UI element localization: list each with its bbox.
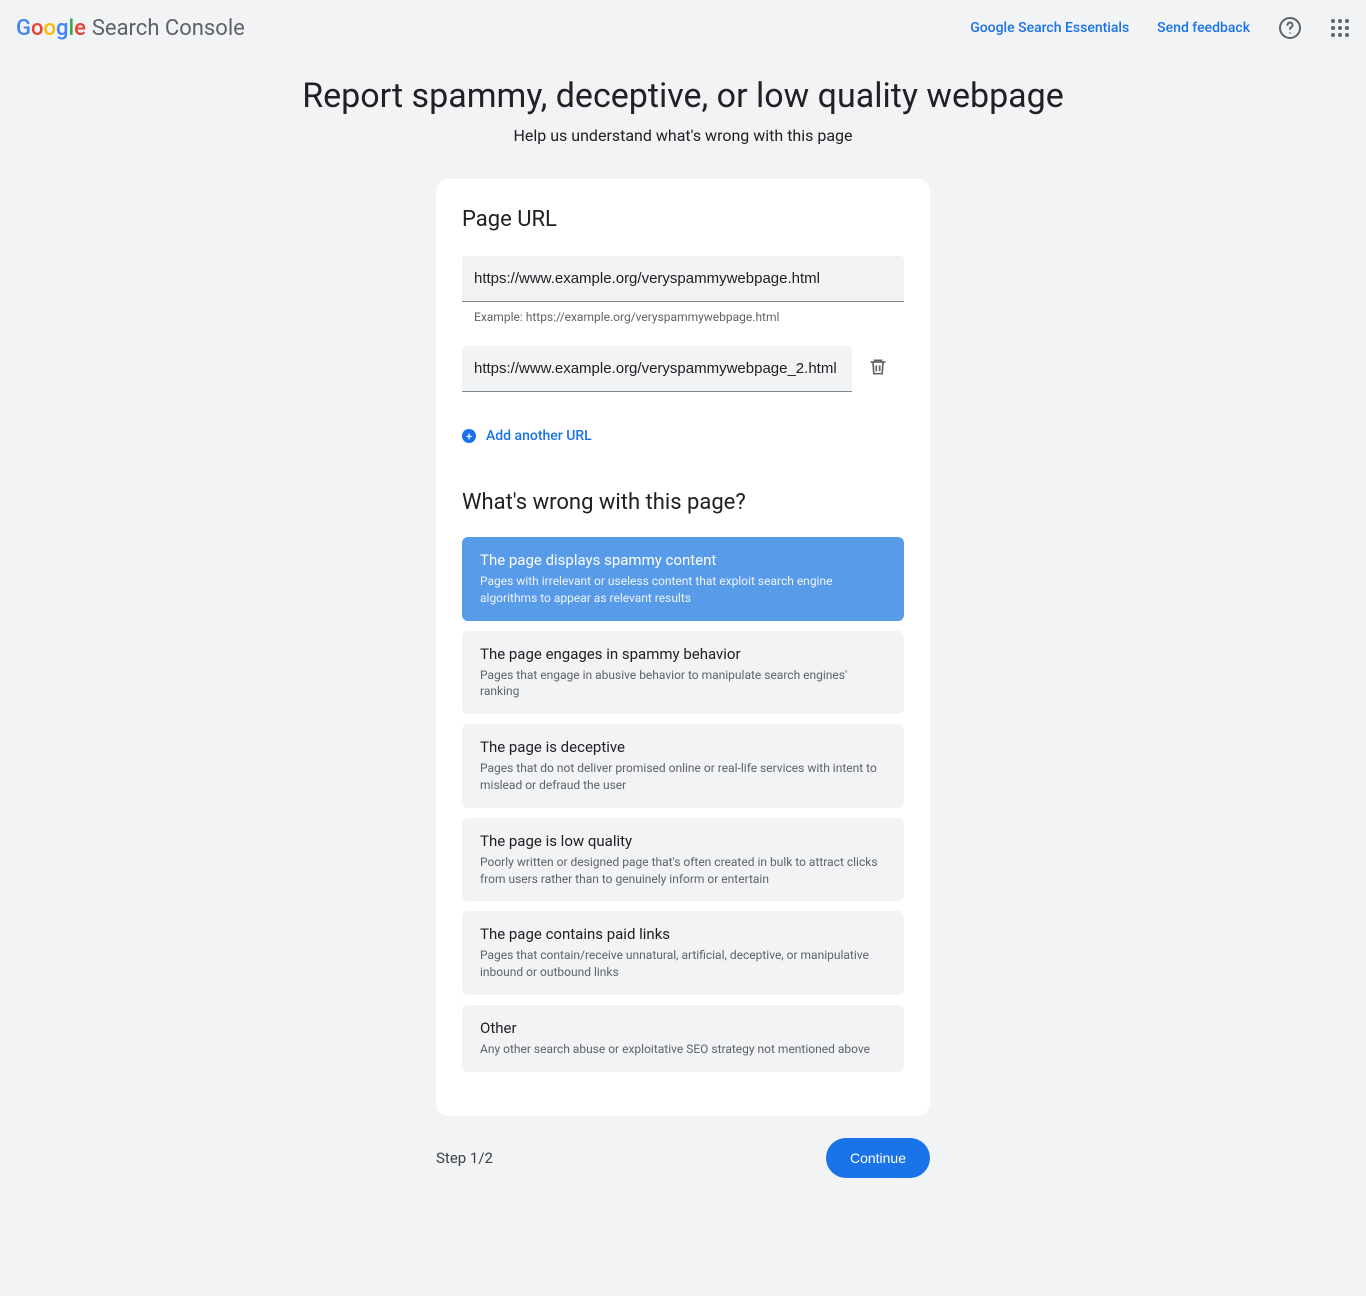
option-desc: Pages with irrelevant or useless content… (480, 573, 886, 607)
option-desc: Pages that do not deliver promised onlin… (480, 760, 886, 794)
url-row-2 (462, 346, 904, 392)
url-helper-text: Example: https://example.org/veryspammyw… (474, 310, 904, 324)
option-paid-links[interactable]: The page contains paid links Pages that … (462, 911, 904, 995)
feedback-link[interactable]: Send feedback (1157, 20, 1250, 36)
continue-button[interactable]: Continue (826, 1138, 930, 1178)
url-input-2[interactable] (462, 346, 852, 392)
apps-grid-icon[interactable] (1330, 18, 1350, 38)
help-icon[interactable] (1278, 16, 1302, 40)
url-input-1[interactable] (462, 256, 904, 302)
footer-row: Step 1/2 Continue (436, 1138, 930, 1178)
option-title: The page contains paid links (480, 925, 886, 943)
url-row-1 (462, 256, 904, 302)
option-spammy-content[interactable]: The page displays spammy content Pages w… (462, 537, 904, 621)
header-right: Google Search Essentials Send feedback (970, 16, 1350, 40)
page-heading: Report spammy, deceptive, or low quality… (0, 76, 1366, 145)
plus-circle-icon: + (462, 429, 476, 443)
page-title: Report spammy, deceptive, or low quality… (0, 76, 1366, 116)
essentials-link[interactable]: Google Search Essentials (970, 20, 1129, 36)
option-spammy-behavior[interactable]: The page engages in spammy behavior Page… (462, 631, 904, 715)
step-indicator: Step 1/2 (436, 1149, 493, 1167)
option-title: Other (480, 1019, 886, 1037)
trash-icon[interactable] (868, 357, 888, 381)
option-desc: Poorly written or designed page that's o… (480, 854, 886, 888)
option-desc: Any other search abuse or exploitative S… (480, 1041, 886, 1058)
url-section-title: Page URL (462, 207, 904, 232)
product-name: Search Console (92, 16, 245, 41)
option-title: The page is low quality (480, 832, 886, 850)
option-title: The page engages in spammy behavior (480, 645, 886, 663)
form-card: Page URL Example: https://example.org/ve… (436, 179, 930, 1116)
option-deceptive[interactable]: The page is deceptive Pages that do not … (462, 724, 904, 808)
option-title: The page is deceptive (480, 738, 886, 756)
google-logo: Google (16, 16, 86, 41)
whats-wrong-title: What's wrong with this page? (462, 490, 904, 515)
page-subtitle: Help us understand what's wrong with thi… (0, 126, 1366, 145)
option-title: The page displays spammy content (480, 551, 886, 569)
app-header: Google Search Console Google Search Esse… (0, 0, 1366, 56)
option-desc: Pages that engage in abusive behavior to… (480, 667, 886, 701)
option-low-quality[interactable]: The page is low quality Poorly written o… (462, 818, 904, 902)
add-another-url-label: Add another URL (486, 428, 592, 444)
option-desc: Pages that contain/receive unnatural, ar… (480, 947, 886, 981)
logo-block[interactable]: Google Search Console (16, 16, 245, 41)
add-another-url-link[interactable]: + Add another URL (462, 428, 904, 444)
option-other[interactable]: Other Any other search abuse or exploita… (462, 1005, 904, 1072)
